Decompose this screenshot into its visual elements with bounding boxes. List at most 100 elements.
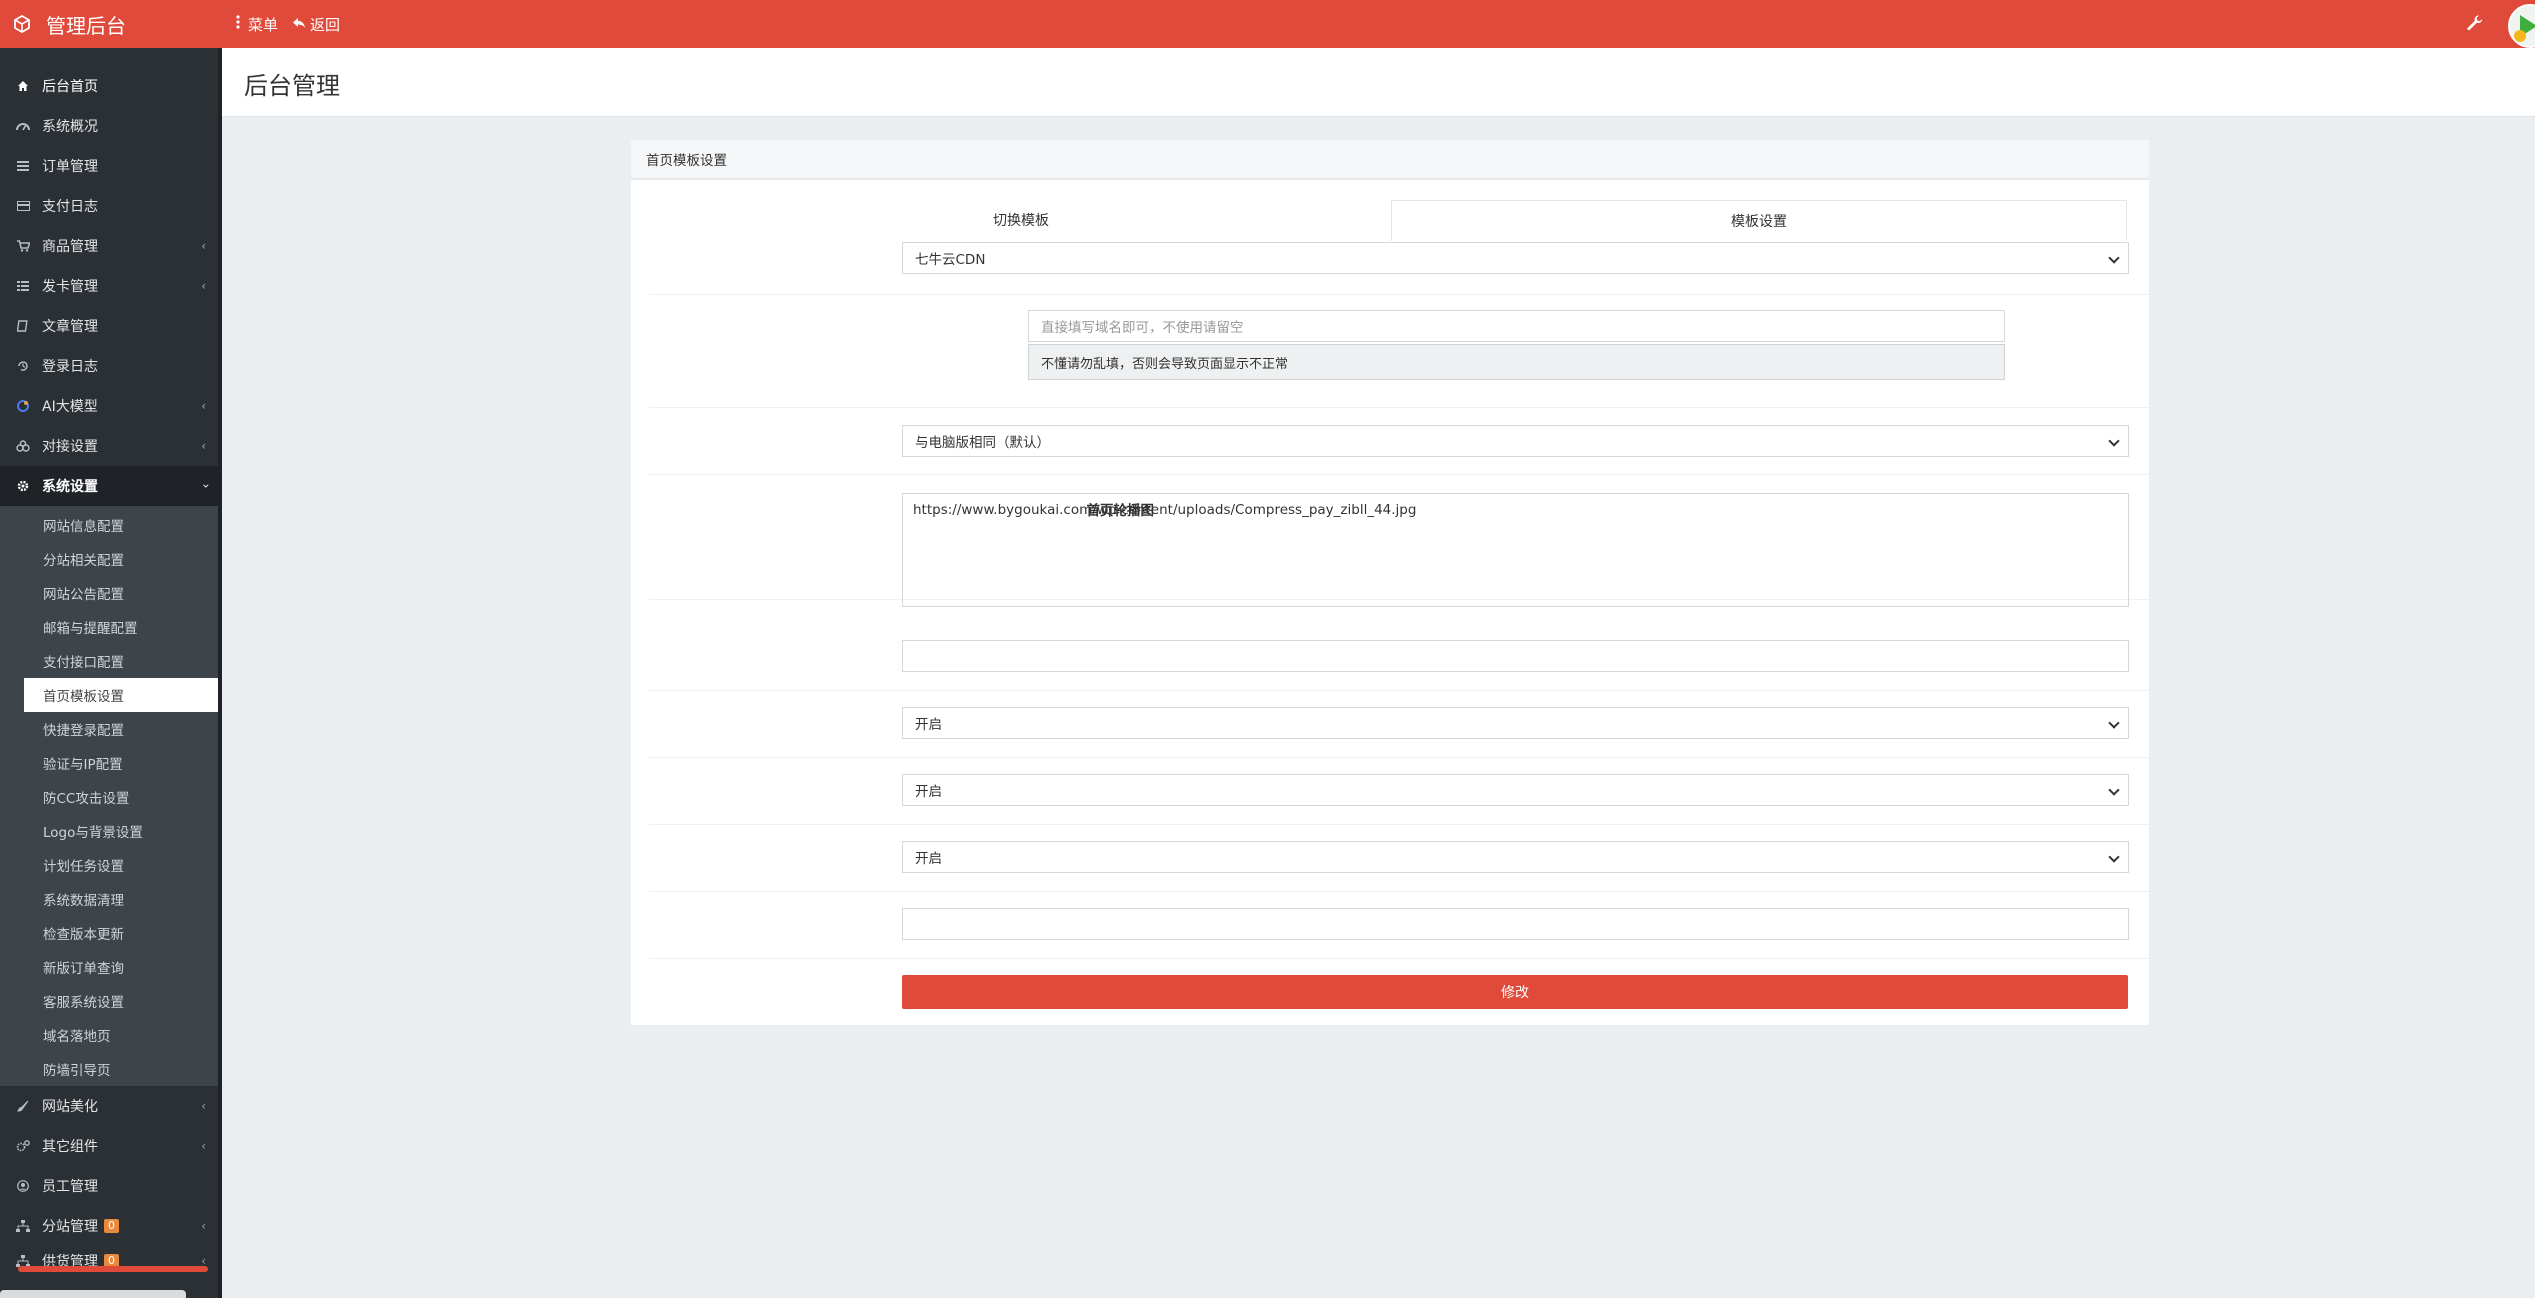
sidebar-item-label: 登录日志	[42, 359, 98, 375]
vertical-dots-icon	[236, 15, 244, 33]
page-title: 后台管理	[244, 72, 340, 100]
agent-price-select[interactable]: 开启	[902, 707, 2129, 739]
submenu-item[interactable]: Logo与背景设置	[0, 814, 222, 848]
submenu-item[interactable]: 新版订单查询	[0, 950, 222, 984]
chevron-left-icon: ‹	[201, 239, 206, 253]
cube-icon	[12, 14, 32, 34]
sidebar-item-label: AI大模型	[42, 399, 98, 415]
submenu-item-current[interactable]: 首页模板设置	[24, 678, 222, 712]
link-icon	[16, 439, 30, 453]
tab-switch-template[interactable]: 切换模板	[651, 200, 1391, 240]
home-icon	[16, 79, 30, 93]
sidebar-item-label: 分站管理	[42, 1219, 98, 1235]
dashboard-icon	[16, 119, 30, 133]
sidebar-item-beautify[interactable]: 网站美化 ‹	[0, 1086, 222, 1126]
sidebar-item-label: 系统概况	[42, 119, 98, 135]
brand-title: 管理后台	[46, 13, 126, 38]
mobile-template-value: 与电脑版相同（默认）	[915, 435, 1050, 451]
submenu-item[interactable]: 网站公告配置	[0, 576, 222, 610]
cart-icon	[16, 239, 30, 253]
sidebar-item-login-log[interactable]: 登录日志	[0, 346, 222, 386]
grid-icon	[16, 279, 30, 293]
count-badge: 0	[104, 1219, 119, 1233]
sidebar-item-articles[interactable]: 文章管理	[0, 306, 222, 346]
sidebar-item-overview[interactable]: 系统概况	[0, 106, 222, 146]
sidebar-item-label: 对接设置	[42, 439, 98, 455]
private-cdn-input[interactable]: 直接填写域名即可，不使用请留空	[1028, 310, 2005, 342]
submenu-item[interactable]: 计划任务设置	[0, 848, 222, 882]
brush-icon	[16, 1099, 30, 1113]
sidebar-item-cards[interactable]: 发卡管理 ‹	[0, 266, 222, 306]
reply-icon	[292, 15, 310, 33]
wrench-icon[interactable]	[2466, 14, 2484, 36]
horizontal-scrollbar[interactable]	[0, 1290, 186, 1298]
content-header: 后台管理	[222, 48, 2535, 117]
sales-value: 开启	[915, 851, 942, 867]
sidebar-item-label: 商品管理	[42, 239, 98, 255]
submenu-item[interactable]: 快捷登录配置	[0, 712, 222, 746]
submenu-item[interactable]: 验证与IP配置	[0, 746, 222, 780]
sales-select[interactable]: 开启	[902, 841, 2129, 873]
avatar[interactable]	[2508, 4, 2535, 48]
submenu-item[interactable]: 防墙引导页	[0, 1052, 222, 1086]
submenu-item[interactable]: 域名落地页	[0, 1018, 222, 1052]
card-icon	[16, 199, 30, 213]
submenu-item[interactable]: 检查版本更新	[0, 916, 222, 950]
list-icon	[16, 159, 30, 173]
sidebar: 后台首页 系统概况 订单管理 支付日志 商品管理 ‹ 发卡管理 ‹ 文章管理 登…	[0, 48, 222, 1298]
submenu-item[interactable]: 防CC攻击设置	[0, 780, 222, 814]
cdn-select-value: 七牛云CDN	[915, 252, 986, 268]
tab-template-settings[interactable]: 模板设置	[1391, 200, 2127, 241]
ai-icon	[16, 399, 30, 413]
agent-price-value: 开启	[915, 717, 942, 733]
sidebar-item-system-settings[interactable]: 系统设置 ‹	[0, 466, 222, 506]
category-id-input[interactable]	[902, 640, 2129, 672]
submenu-item[interactable]: 支付接口配置	[0, 644, 222, 678]
chevron-left-icon: ‹	[201, 439, 206, 453]
sidebar-item-label: 员工管理	[42, 1179, 98, 1195]
banner-textarea[interactable]: https://www.bygoukai.com/wp-content/uplo…	[902, 493, 2129, 607]
cogs-icon	[16, 1139, 30, 1153]
sidebar-scrollbar[interactable]	[18, 1266, 208, 1272]
sidebar-item-label: 订单管理	[42, 159, 98, 175]
gear-icon	[16, 479, 30, 493]
mobile-template-select[interactable]: 与电脑版相同（默认）	[902, 425, 2129, 457]
cdn-select[interactable]: 七牛云CDN	[902, 242, 2129, 274]
sidebar-item-label: 支付日志	[42, 199, 98, 215]
sidebar-item-label: 后台首页	[42, 79, 98, 95]
sitemap-icon	[16, 1219, 30, 1233]
sidebar-item-components[interactable]: 其它组件 ‹	[0, 1126, 222, 1166]
sidebar-item-payment-log[interactable]: 支付日志	[0, 186, 222, 226]
sidebar-item-ai[interactable]: AI大模型 ‹	[0, 386, 222, 426]
sidebar-item-substations[interactable]: 分站管理 0 ‹	[0, 1206, 222, 1246]
menu-button[interactable]: 菜单	[236, 0, 278, 48]
brand[interactable]: 管理后台	[0, 0, 222, 48]
sidebar-item-docking[interactable]: 对接设置 ‹	[0, 426, 222, 466]
back-button[interactable]: 返回	[292, 0, 340, 48]
submenu-item[interactable]: 邮箱与提醒配置	[0, 610, 222, 644]
sidebar-item-label: 系统设置	[42, 479, 98, 495]
submenu-item[interactable]: 客服系统设置	[0, 984, 222, 1018]
submenu-item[interactable]: 网站信息配置	[0, 508, 222, 542]
private-cdn-hint: 不懂请勿乱填，否则会导致页面显示不正常	[1028, 344, 2005, 380]
template-tabs: 切换模板 模板设置	[651, 200, 2127, 241]
chevron-left-icon: ‹	[201, 279, 206, 293]
chevron-left-icon: ‹	[201, 1219, 206, 1233]
category-rows-input[interactable]	[902, 908, 2129, 940]
submenu-item[interactable]: 分站相关配置	[0, 542, 222, 576]
chevron-left-icon: ‹	[201, 1099, 206, 1113]
sidebar-item-home[interactable]: 后台首页	[0, 66, 222, 106]
system-settings-submenu: 网站信息配置 分站相关配置 网站公告配置 邮箱与提醒配置 支付接口配置 首页模板…	[0, 506, 222, 1086]
virtual-data-select[interactable]: 开启	[902, 774, 2129, 806]
sidebar-item-products[interactable]: 商品管理 ‹	[0, 226, 222, 266]
menu-label: 菜单	[248, 15, 279, 34]
back-label: 返回	[310, 15, 341, 34]
submit-button[interactable]: 修改	[902, 975, 2128, 1009]
sidebar-item-staff[interactable]: 员工管理	[0, 1166, 222, 1206]
top-bar: 管理后台 菜单 返回	[0, 0, 2535, 48]
chevron-left-icon: ‹	[201, 1139, 206, 1153]
chevron-down-icon: ‹	[198, 483, 213, 489]
private-cdn-placeholder: 直接填写域名即可，不使用请留空	[1041, 320, 1244, 336]
submenu-item[interactable]: 系统数据清理	[0, 882, 222, 916]
sidebar-item-orders[interactable]: 订单管理	[0, 146, 222, 186]
